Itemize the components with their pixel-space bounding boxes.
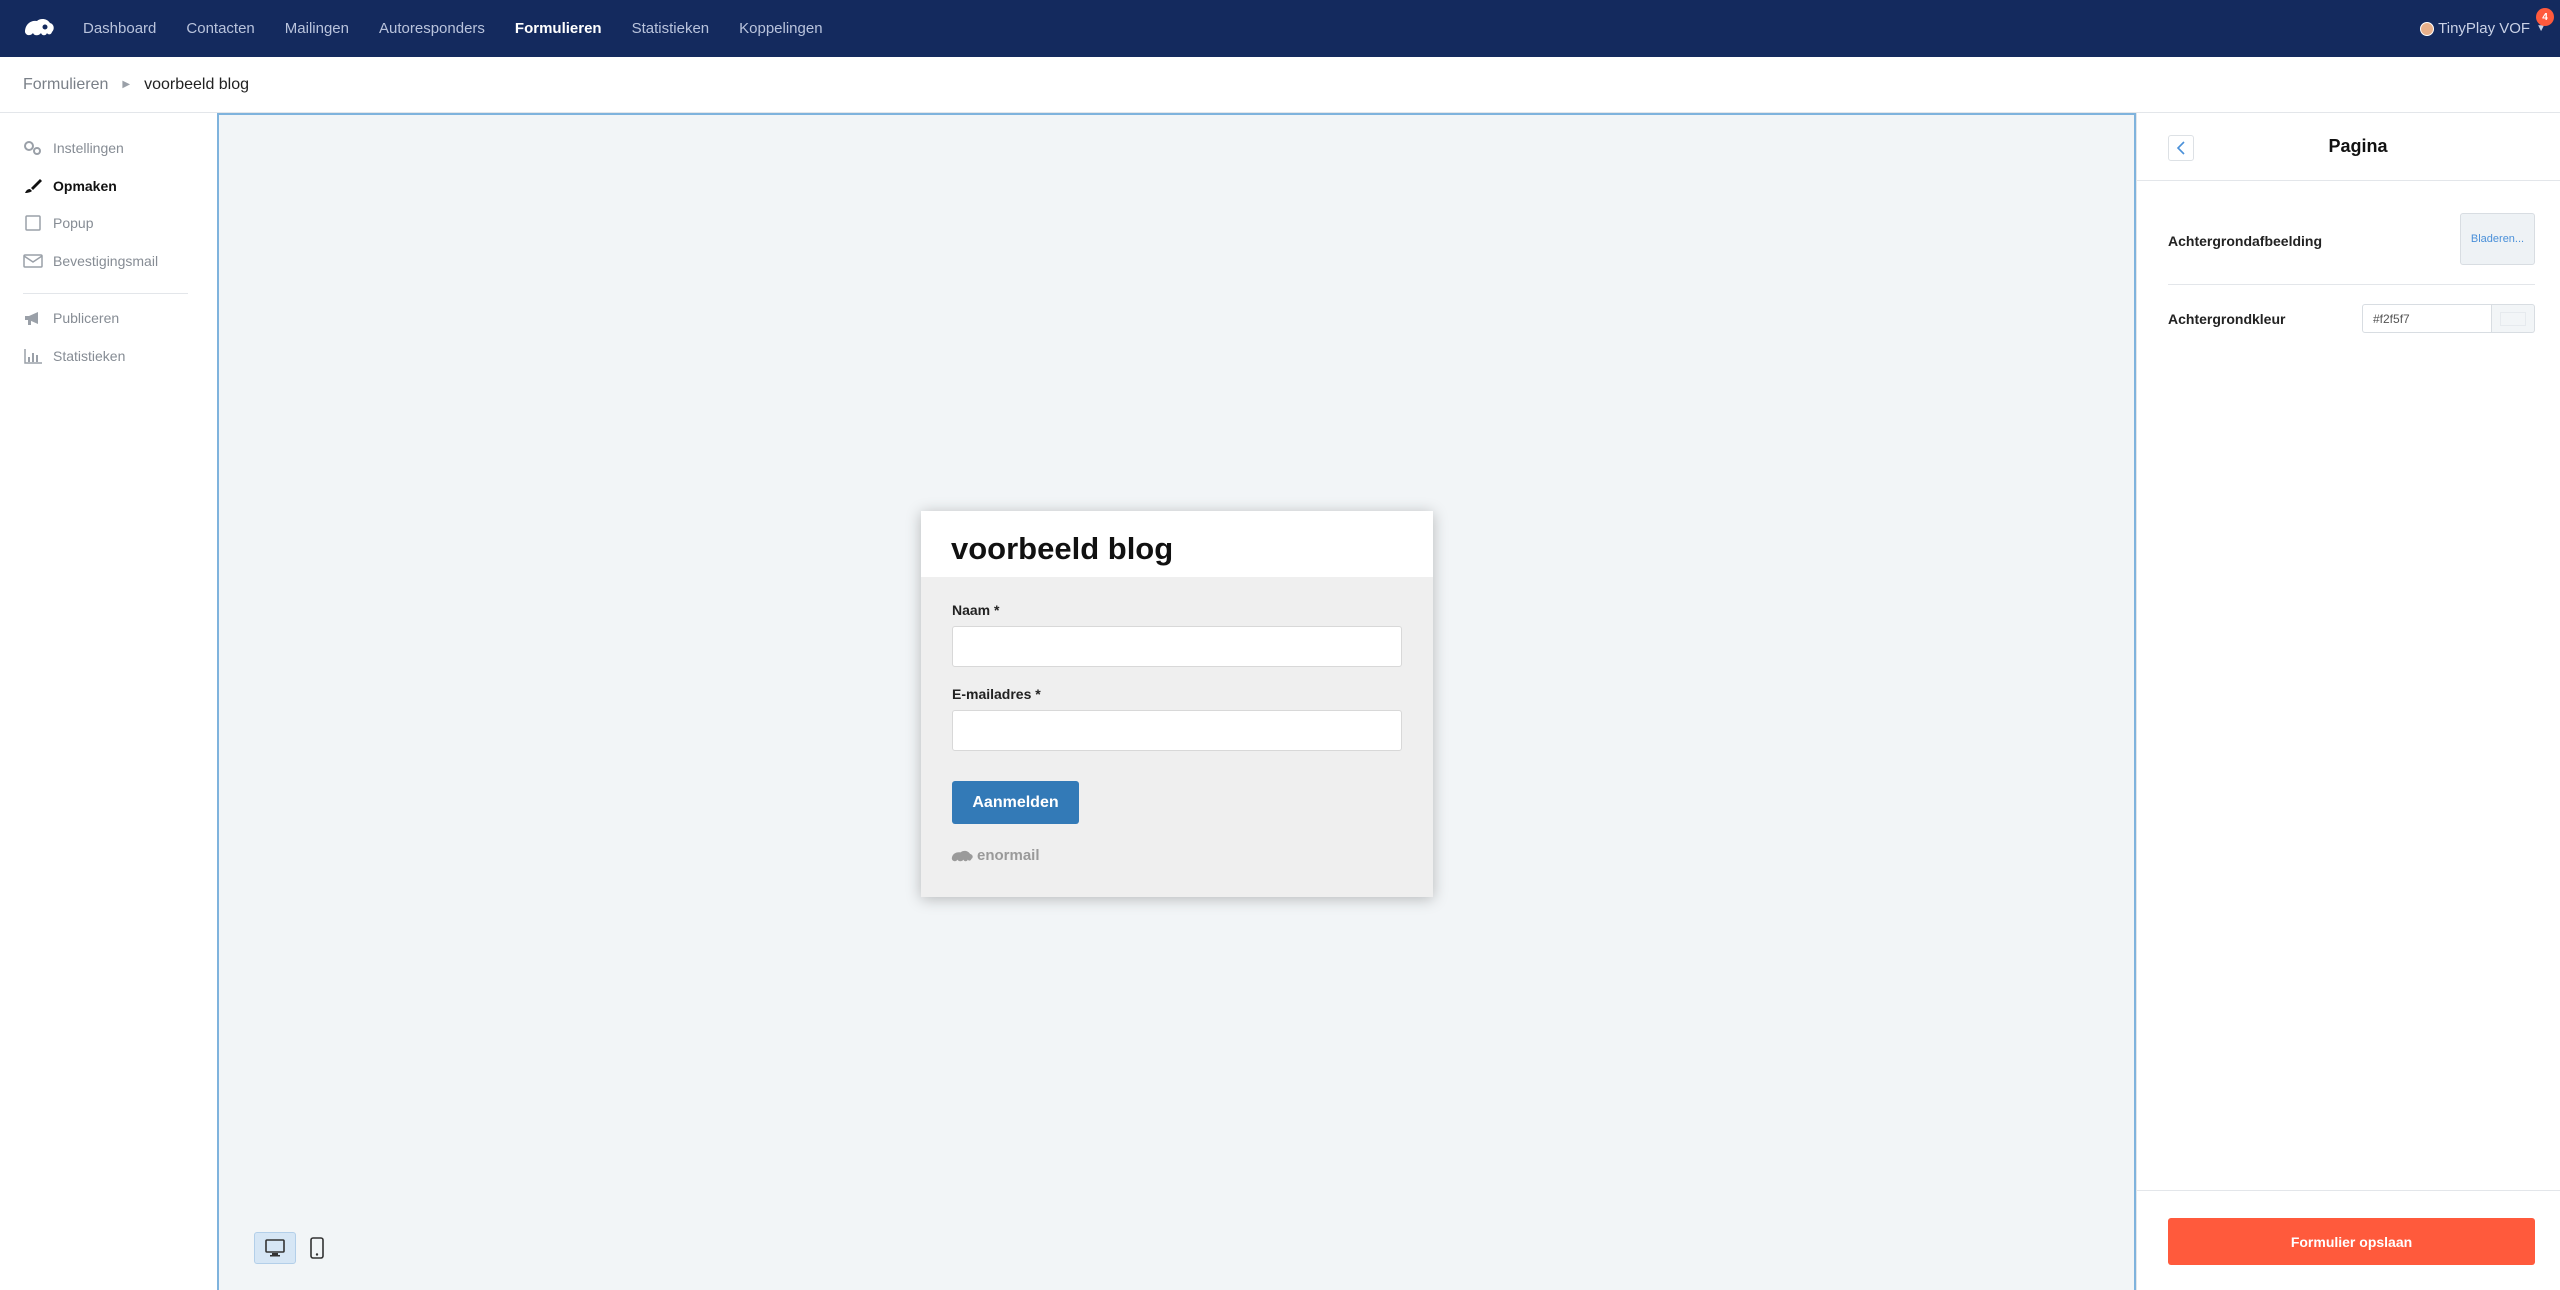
nav-item-formulieren[interactable]: Formulieren <box>515 20 602 37</box>
email-field[interactable] <box>952 710 1402 751</box>
panel-title: Pagina <box>2328 136 2388 156</box>
powered-by-text: enormail <box>977 847 1040 864</box>
gears-icon <box>23 140 43 156</box>
sidebar-item-label: Publiceren <box>53 310 120 326</box>
sidebar-item-statistieken[interactable]: Statistieken <box>23 348 125 364</box>
nav-menu: Dashboard Contacten Mailingen Autorespon… <box>83 0 853 57</box>
properties-panel: Pagina Achtergrondafbeelding Bladeren...… <box>2136 113 2560 1290</box>
enormail-logo-icon <box>951 850 973 861</box>
background-color-label: Achtergrondkleur <box>2168 311 2286 327</box>
enormail-logo-icon[interactable] <box>22 14 56 42</box>
nav-item-statistieken[interactable]: Statistieken <box>632 20 710 37</box>
nav-item-contacten[interactable]: Contacten <box>186 20 254 37</box>
paintbrush-icon <box>23 178 43 194</box>
color-swatch-preview <box>2500 312 2526 326</box>
sidebar-item-label: Opmaken <box>53 178 117 194</box>
sidebar: Instellingen Opmaken Popup Bevestigingsm… <box>0 113 218 1290</box>
notification-badge[interactable]: 4 <box>2536 8 2554 26</box>
save-form-button[interactable]: Formulier opslaan <box>2168 1218 2535 1265</box>
top-navigation: Dashboard Contacten Mailingen Autorespon… <box>0 0 2560 57</box>
panel-header: Pagina <box>2137 113 2560 181</box>
envelope-icon <box>23 253 43 269</box>
background-color-input[interactable] <box>2362 304 2492 333</box>
form-preview[interactable]: voorbeeld blog Naam * E-mailadres * Aanm… <box>921 511 1433 897</box>
chart-icon <box>23 348 43 364</box>
breadcrumb-formulieren[interactable]: Formulieren <box>23 76 108 94</box>
name-field-label: Naam * <box>952 602 1000 618</box>
mobile-icon <box>310 1237 324 1259</box>
nav-item-mailingen[interactable]: Mailingen <box>285 20 349 37</box>
nav-item-koppelingen[interactable]: Koppelingen <box>739 20 822 37</box>
panel-divider <box>2168 284 2535 285</box>
desktop-icon <box>265 1239 285 1257</box>
megaphone-icon <box>23 310 43 326</box>
panel-footer-divider <box>2137 1190 2560 1191</box>
sidebar-item-label: Popup <box>53 215 94 231</box>
desktop-view-button[interactable] <box>254 1232 296 1264</box>
breadcrumb-current: voorbeeld blog <box>144 75 250 93</box>
account-name: TinyPlay VOF <box>2438 20 2531 37</box>
device-toggle <box>254 1232 338 1264</box>
mobile-view-button[interactable] <box>296 1232 338 1264</box>
nav-item-dashboard[interactable]: Dashboard <box>83 20 156 37</box>
powered-by-logo: enormail <box>949 847 1040 864</box>
sidebar-item-label: Instellingen <box>53 140 124 156</box>
form-preview-canvas[interactable]: voorbeeld blog Naam * E-mailadres * Aanm… <box>217 113 2136 1290</box>
browse-button[interactable]: Bladeren... <box>2460 213 2535 265</box>
square-icon <box>23 215 43 231</box>
sidebar-item-instellingen[interactable]: Instellingen <box>23 140 124 156</box>
aanmelden-button[interactable]: Aanmelden <box>952 781 1079 824</box>
sidebar-item-popup[interactable]: Popup <box>23 215 93 231</box>
sidebar-divider <box>23 293 188 294</box>
sidebar-item-opmaken[interactable]: Opmaken <box>23 178 117 194</box>
breadcrumb: Formulieren ▶ voorbeeld blog <box>0 57 2560 113</box>
nav-item-autoresponders[interactable]: Autoresponders <box>379 20 485 37</box>
sidebar-item-label: Statistieken <box>53 348 126 364</box>
avatar <box>2420 21 2435 36</box>
account-menu[interactable]: TinyPlay VOF ▼ <box>2420 0 2546 57</box>
color-swatch[interactable] <box>2492 304 2535 333</box>
chevron-right-icon: ▶ <box>122 79 131 90</box>
sidebar-item-bevestigingsmail[interactable]: Bevestigingsmail <box>23 253 158 269</box>
name-field[interactable] <box>952 626 1402 667</box>
background-image-label: Achtergrondafbeelding <box>2168 233 2323 249</box>
email-field-label: E-mailadres * <box>952 686 1041 702</box>
sidebar-item-label: Bevestigingsmail <box>53 253 159 269</box>
form-title[interactable]: voorbeeld blog <box>951 531 1173 567</box>
sidebar-item-publiceren[interactable]: Publiceren <box>23 310 119 326</box>
